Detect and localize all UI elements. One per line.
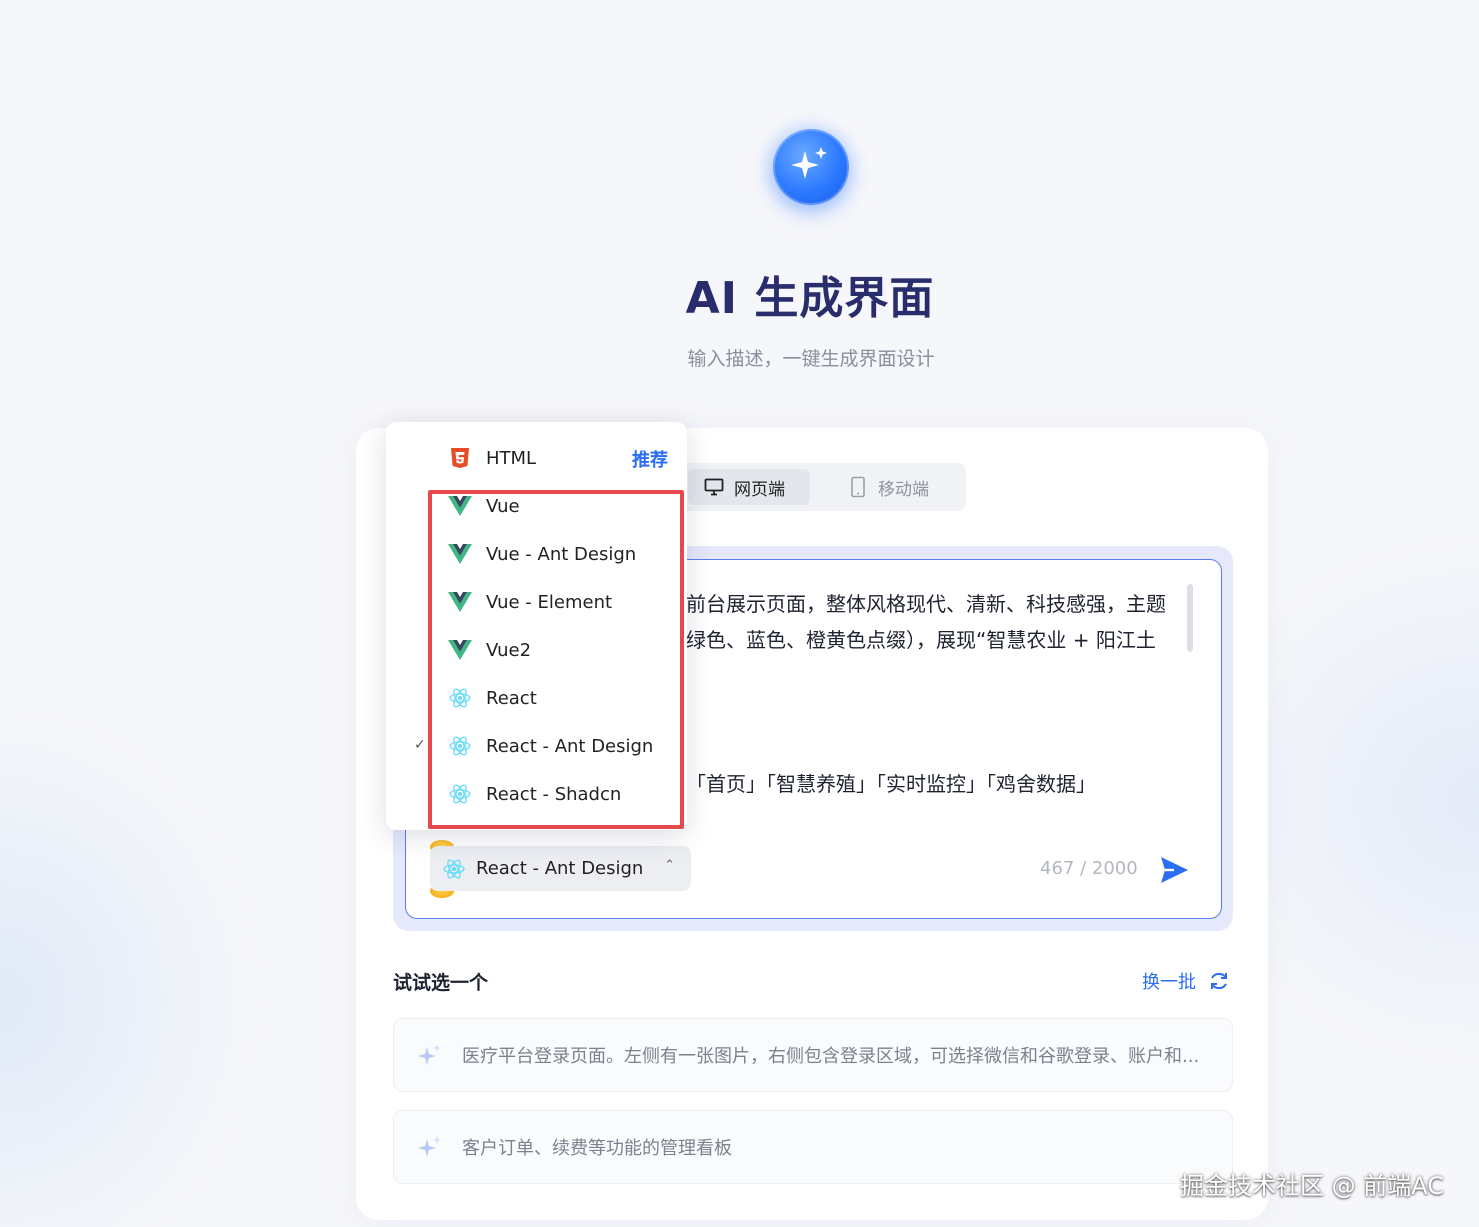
dropdown-item-react-ant-design[interactable]: React - Ant Design	[448, 729, 673, 763]
react-icon	[449, 784, 471, 804]
send-icon	[1161, 857, 1188, 883]
dropdown-item-label: Vue - Ant Design	[486, 543, 637, 565]
sparkle-icon	[418, 1136, 441, 1157]
dropdown-item-vue2[interactable]: Vue2	[448, 633, 673, 667]
tab-web[interactable]: 网页端	[688, 469, 810, 505]
send-button[interactable]	[1158, 854, 1190, 886]
prompt-text-line: 前台展示页面，整体风格现代、清新、科技感强，主题	[686, 592, 1166, 616]
dropdown-item-react[interactable]: React	[448, 681, 673, 715]
dropdown-item-label: React - Ant Design	[486, 735, 654, 757]
tab-mobile[interactable]: 移动端	[832, 469, 958, 505]
char-counter: 467 / 2000	[1040, 858, 1138, 879]
ai-sparkle-logo	[757, 113, 861, 217]
suggestions-title: 试试选一个	[393, 972, 489, 994]
framework-select-value: React - Ant Design	[476, 858, 644, 879]
refresh-label: 换一批	[1142, 972, 1196, 993]
framework-dropdown	[386, 422, 687, 830]
prompt-text-line: 绿色、蓝色、橙黄色点缀），展现“智慧农业 + 阳江土	[686, 628, 1156, 652]
dropdown-item-label: Vue2	[486, 639, 532, 661]
refresh-suggestions-button[interactable]: 换一批	[1142, 968, 1230, 994]
suggestion-text: 医疗平台登录页面。左侧有一张图片，右侧包含登录区域，可选择微信和谷歌登录、账户和…	[462, 1046, 1200, 1067]
page-title: AI 生成界面	[685, 273, 935, 324]
tab-mobile-label: 移动端	[878, 479, 929, 500]
html5-icon	[451, 448, 469, 468]
dropdown-item-label: Vue - Element	[486, 591, 613, 613]
dropdown-item-label: Vue	[486, 495, 520, 517]
sparkle-icon	[418, 1044, 441, 1065]
vue-icon	[448, 592, 472, 612]
sparkle-icon	[791, 147, 827, 179]
dropdown-item-vue[interactable]: Vue	[448, 489, 673, 523]
refresh-icon	[1211, 972, 1227, 990]
dropdown-item-react-shadcn[interactable]: React - Shadcn	[448, 777, 673, 811]
recommend-badge: 推荐	[632, 450, 668, 471]
vue-icon	[448, 496, 472, 516]
check-icon: ✓	[414, 737, 426, 753]
framework-select[interactable]: React - Ant Design ⌃	[430, 846, 691, 891]
chevron-up-icon: ⌃	[664, 858, 675, 873]
tab-web-label: 网页端	[734, 479, 785, 500]
suggestion-item[interactable]: 医疗平台登录页面。左侧有一张图片，右侧包含登录区域，可选择微信和谷歌登录、账户和…	[393, 1018, 1233, 1092]
suggestion-text: 客户订单、续费等功能的管理看板	[462, 1138, 732, 1159]
prompt-scrollbar[interactable]	[1187, 584, 1193, 652]
watermark: 掘金技术社区 @ 前端AC	[1180, 1172, 1445, 1200]
phone-icon	[851, 476, 865, 498]
vue-icon	[448, 640, 472, 660]
react-icon	[449, 736, 471, 756]
page-subtitle: 输入描述，一键生成界面设计	[687, 348, 935, 370]
prompt-text-line: 「首页」「智慧养殖」「实时监控」「鸡舍数据」	[686, 772, 1096, 796]
suggestion-item[interactable]: 客户订单、续费等功能的管理看板	[393, 1110, 1233, 1184]
platform-switch: 网页端 移动端	[682, 463, 966, 511]
dropdown-item-vue-element[interactable]: Vue - Element	[448, 585, 673, 619]
monitor-icon	[704, 478, 724, 496]
dropdown-item-label: React	[486, 687, 537, 709]
dropdown-item-label: HTML	[486, 447, 537, 469]
react-icon	[443, 858, 465, 879]
react-icon	[449, 688, 471, 708]
dropdown-item-label: React - Shadcn	[486, 783, 622, 805]
dropdown-item-vue-ant-design[interactable]: Vue - Ant Design	[448, 537, 673, 571]
vue-icon	[448, 544, 472, 564]
